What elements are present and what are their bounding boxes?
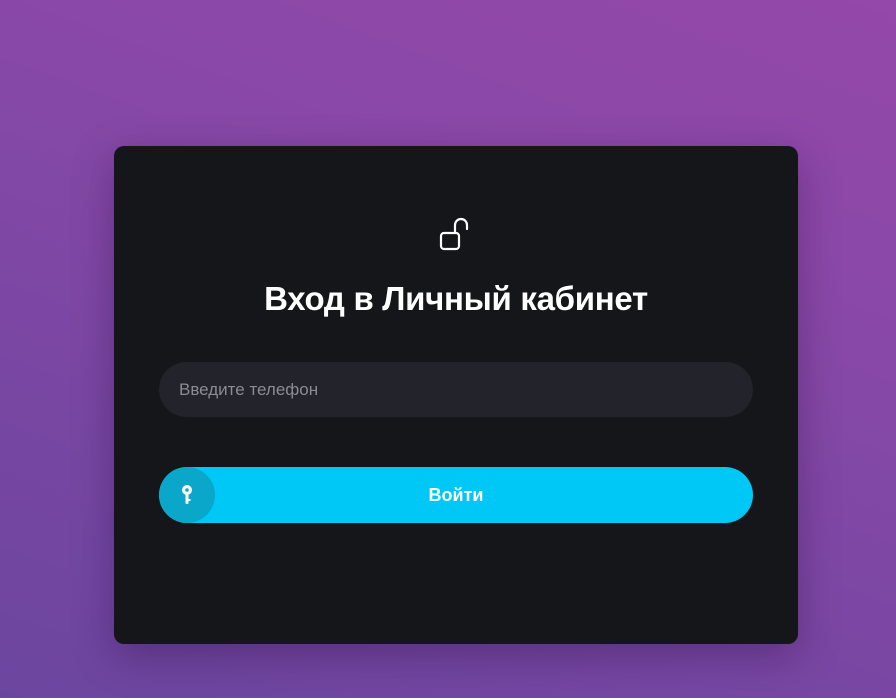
phone-input[interactable] xyxy=(159,362,753,417)
unlock-icon xyxy=(439,217,469,251)
login-button[interactable]: Войти xyxy=(159,467,753,523)
login-card: Вход в Личный кабинет Войти xyxy=(114,146,798,644)
login-button-label: Войти xyxy=(428,485,484,505)
page-title: Вход в Личный кабинет xyxy=(264,280,648,317)
